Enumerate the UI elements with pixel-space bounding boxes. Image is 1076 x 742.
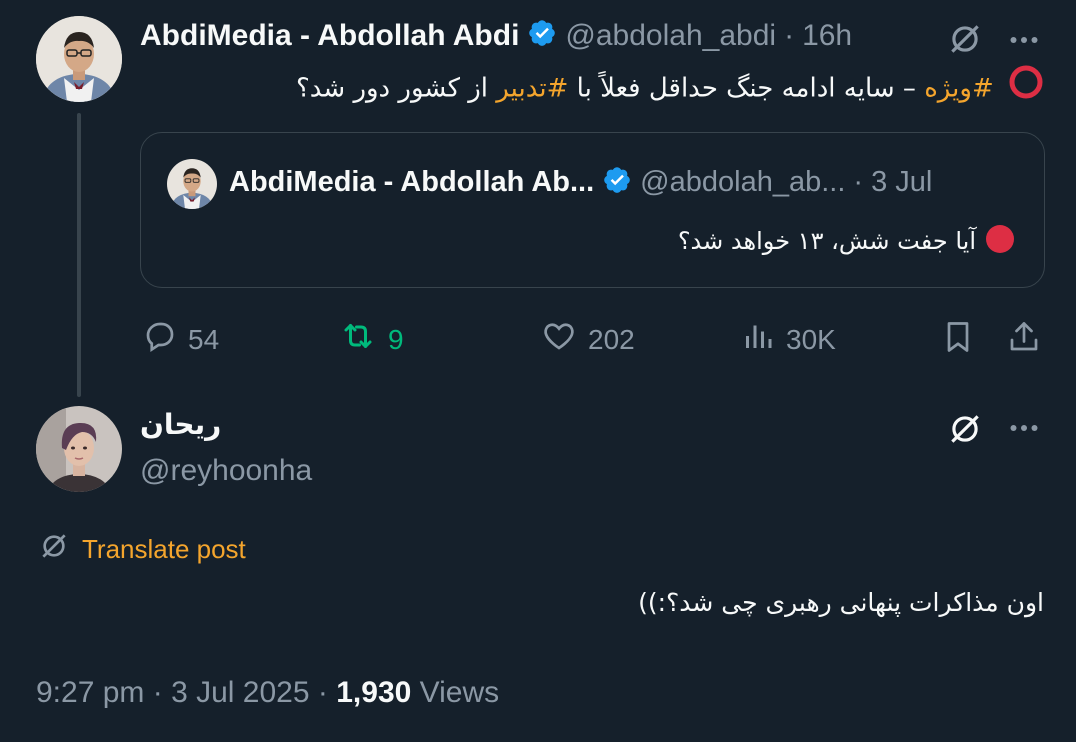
reply-button[interactable]: 54 — [142, 318, 219, 361]
author-avatar[interactable] — [36, 16, 122, 102]
tweet-time[interactable]: 16h — [802, 19, 852, 53]
reply-author-name[interactable]: ریحان — [140, 408, 221, 441]
separator-dot: · — [853, 166, 864, 198]
bookmark-icon[interactable] — [940, 318, 976, 361]
retweet-count: 9 — [388, 323, 404, 355]
separator-dot: · — [784, 18, 795, 52]
translate-post-label: Translate post — [82, 534, 246, 564]
reply-icon — [142, 318, 178, 361]
quoted-tweet-card[interactable]: AbdiMedia - Abdollah Ab... @abdolah_ab..… — [140, 132, 1045, 288]
thread-line — [77, 113, 81, 397]
main-tweet-header: AbdiMedia - Abdollah Abdi @abdolah_abdi … — [140, 18, 852, 53]
tweet-metadata: 9:27 pm · 3 Jul 2025 · 1,930 Views — [36, 676, 499, 710]
retweet-button[interactable]: 9 — [338, 318, 404, 361]
quoted-tweet-text: آیا جفت شش، ۱۳ خواهد شد؟ — [678, 223, 1016, 261]
like-icon — [540, 318, 578, 361]
hashtag-link[interactable]: #ویژه — [924, 74, 994, 104]
views-button[interactable]: 30K — [740, 318, 836, 361]
tweet-text: #ویژه – سایه ادامه جنگ حداقل فعلاً با #ت… — [296, 64, 1044, 114]
views-count: 30K — [786, 323, 836, 355]
reply-date[interactable]: 3 Jul 2025 — [171, 676, 309, 709]
like-count: 202 — [588, 323, 635, 355]
share-icon[interactable] — [1006, 318, 1042, 361]
quoted-tweet-header: AbdiMedia - Abdollah Ab... @abdolah_ab..… — [229, 165, 932, 200]
verified-badge-icon — [602, 165, 632, 200]
quoted-text-content: آیا جفت شش، ۱۳ خواهد شد؟ — [677, 227, 976, 255]
like-button[interactable]: 202 — [540, 318, 635, 361]
translate-post-button[interactable]: Translate post — [38, 530, 246, 569]
red-circle-emoji — [1008, 64, 1044, 114]
separator-dot: · — [317, 676, 328, 709]
quoted-author-name: AbdiMedia - Abdollah Ab... — [229, 166, 595, 198]
views-icon — [740, 318, 776, 361]
translate-icon[interactable] — [946, 20, 984, 63]
quoted-author-avatar — [167, 159, 217, 209]
reply-time[interactable]: 9:27 pm — [36, 676, 144, 709]
views-number: 1,930 — [336, 676, 412, 709]
tweet-text-part: – سایه ادامه جنگ حداقل فعلاً با — [568, 73, 925, 104]
reply-author-handle[interactable]: @reyhoonha — [140, 454, 312, 488]
retweet-icon — [338, 318, 378, 361]
hashtag-link[interactable]: #تدبیر — [496, 74, 568, 104]
red-circle-emoji — [984, 223, 1016, 261]
tweet-text-part: از کشور دور شد؟ — [295, 73, 497, 104]
reply-count: 54 — [188, 323, 220, 355]
reply-author-avatar[interactable] — [36, 406, 122, 492]
separator-dot: · — [152, 676, 163, 709]
translate-icon[interactable] — [946, 410, 984, 453]
translate-icon — [38, 530, 70, 569]
quoted-author-handle: @abdolah_ab... — [640, 166, 846, 198]
verified-badge-icon — [527, 18, 557, 53]
views-label: Views — [419, 676, 500, 709]
reply-tweet-text: اون مذاکرات پنهانی رهبری چی شد؟:)) — [638, 588, 1044, 617]
more-icon[interactable] — [1006, 410, 1042, 451]
quoted-tweet-time: 3 Jul — [871, 166, 933, 198]
author-handle[interactable]: @abdolah_abdi — [565, 19, 776, 53]
author-name[interactable]: AbdiMedia - Abdollah Abdi — [140, 19, 519, 53]
more-icon[interactable] — [1006, 22, 1042, 63]
